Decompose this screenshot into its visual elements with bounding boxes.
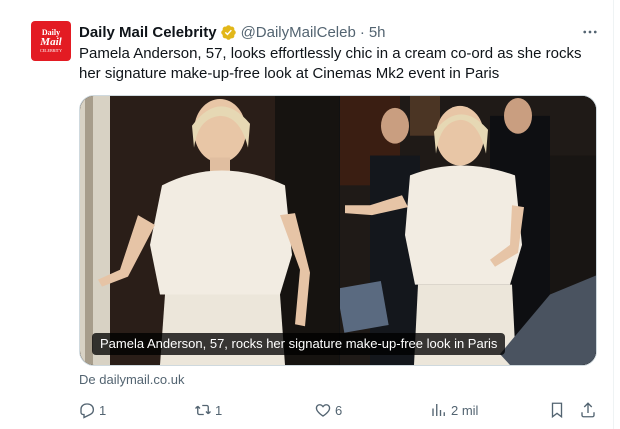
link-source[interactable]: De dailymail.co.uk [79,372,185,387]
photo-right[interactable] [340,96,596,365]
retweet-count: 1 [215,402,223,418]
author-name[interactable]: Daily Mail Celebrity [79,24,217,41]
author-handle[interactable]: @DailyMailCeleb [241,24,356,41]
bookmark-icon [551,402,563,419]
avatar-logo-line3: CELEBRITY [40,48,62,53]
retweet-button[interactable]: 1 [194,400,222,420]
separator-dot: · [359,23,365,41]
tweet-text: Pamela Anderson, 57, looks effortlessly … [79,45,582,82]
views-count: 2 mil [451,402,479,418]
share-icon [581,402,595,418]
media-card[interactable]: Pamela Anderson, 57, rocks her signature… [79,95,597,366]
photo-left[interactable] [80,96,339,365]
tweet-time[interactable]: 5h [369,24,386,41]
share-button[interactable] [579,400,597,420]
media-caption: Pamela Anderson, 57, rocks her signature… [92,333,506,355]
avatar[interactable]: Daily Mail CELEBRITY [31,21,71,61]
tweet-header: Daily Mail Celebrity @DailyMailCeleb · 5… [79,22,386,42]
like-icon [315,404,331,417]
more-icon[interactable] [580,22,600,42]
avatar-logo-line2: Mail [40,36,62,48]
retweet-icon [195,404,211,416]
timeline-border [613,0,614,429]
views-icon [432,404,445,416]
verified-badge-icon[interactable] [220,24,237,41]
like-count: 6 [335,402,343,418]
bookmark-button[interactable] [548,400,566,420]
like-button[interactable]: 6 [314,400,342,420]
views-button[interactable]: 2 mil [430,400,478,420]
action-bar: 1 1 6 2 mil [78,400,602,420]
reply-count: 1 [99,402,107,418]
reply-icon [80,403,95,419]
reply-button[interactable]: 1 [78,400,106,420]
